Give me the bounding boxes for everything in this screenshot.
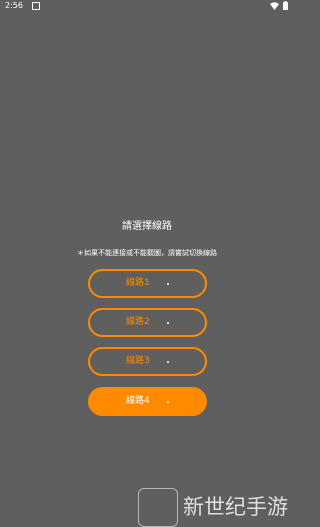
route-dot-icon [167, 361, 169, 363]
route-button-3[interactable]: 線路3 [88, 347, 207, 376]
watermark-text: 新世纪手游 [183, 495, 288, 519]
route-button-2[interactable]: 線路2 [88, 308, 207, 337]
wifi-icon [270, 1, 279, 10]
watermark-logo-icon [138, 488, 178, 527]
status-icons [270, 1, 288, 10]
dialog-title: 請選擇線路 [122, 221, 172, 232]
route-dot-icon [167, 401, 169, 403]
dialog-notice: ＊如果不能連接或不能觀圖，請嘗試切換線路 [77, 249, 217, 257]
status-bar: 2:56 [0, 0, 294, 12]
route-label: 線路4 [126, 396, 150, 406]
watermark: 新世纪手游 [138, 488, 294, 527]
route-label: 線路1 [126, 278, 150, 288]
route-dot-icon [167, 283, 169, 285]
route-label: 線路2 [126, 317, 150, 327]
notification-app-icon [32, 2, 40, 10]
route-label: 線路3 [126, 356, 150, 366]
route-button-1[interactable]: 線路1 [88, 269, 207, 298]
status-time: 2:56 [5, 1, 23, 10]
route-button-4[interactable]: 線路4 [88, 387, 207, 416]
route-dot-icon [167, 322, 169, 324]
battery-icon [283, 1, 288, 10]
